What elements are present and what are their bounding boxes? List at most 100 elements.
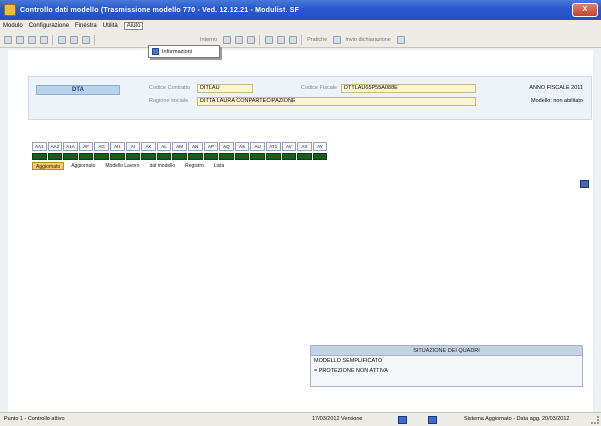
status-bar: Punto 1 - Controllo attivo 17/03/2012 Ve… <box>0 412 601 426</box>
ragione-sociale-label: Ragione sociale <box>149 98 189 104</box>
quadro-status-cell <box>125 153 141 160</box>
close-button[interactable]: X <box>572 3 598 17</box>
quadro-status-cell <box>141 153 156 160</box>
quadro-button-ak[interactable]: AK <box>141 142 156 151</box>
quadro-status-cell <box>297 153 312 160</box>
quadro-button-at1[interactable]: AT1 <box>265 142 281 151</box>
tab-aggiornato-1[interactable]: Aggiornato <box>32 162 65 170</box>
menu-configurazione[interactable]: Configurazione <box>29 23 69 29</box>
quadro-button-an[interactable]: AN <box>187 142 203 151</box>
quadri-status-row <box>32 153 328 160</box>
situazione-line: MODELLO SEMPLIFICATO <box>314 358 383 364</box>
calc-icon[interactable] <box>277 35 286 44</box>
situazione-line: = PROTEZIONE NON ATTIVA <box>314 368 388 374</box>
anno-fiscale: ANNO FISCALE 2011 <box>529 85 583 91</box>
status-icon[interactable] <box>428 416 437 424</box>
codice-fiscale-label: Codice Fiscale <box>301 85 338 91</box>
situazione-panel: SITUAZIONE DEI QUADRI MODELLO SEMPLIFICA… <box>310 345 583 387</box>
send-icon[interactable] <box>333 35 342 44</box>
toolbar-interno[interactable]: Interno <box>200 37 217 43</box>
menu-aiuto[interactable]: Aiuto <box>123 22 144 30</box>
check-icon[interactable] <box>265 35 274 44</box>
help-icon[interactable] <box>396 35 405 44</box>
tab-modello-lavoro[interactable]: Modello Lavoro <box>102 162 142 170</box>
quadro-button-al[interactable]: AL <box>156 142 172 151</box>
grid-icon[interactable] <box>235 35 244 44</box>
toolbar-separator <box>301 34 303 45</box>
codice-contratto-label: Codice Contratto <box>149 85 191 91</box>
quadro-button-as[interactable]: AS <box>234 142 250 151</box>
quadro-button-aa1[interactable]: AA1 <box>32 142 47 151</box>
ragione-sociale-field[interactable]: DITTA LAURA CONPARTECIPAZIONE <box>197 97 476 106</box>
toolbar-invio[interactable]: Invio dichiarazione <box>345 37 391 43</box>
info-icon <box>152 48 159 55</box>
tab-row: Aggiornato Aggiornato Modello Lavoro dal… <box>32 162 231 170</box>
dichiarazione-header: DTA Codice Contratto DITLAU Codice Fisca… <box>28 76 592 120</box>
new-icon[interactable] <box>4 35 12 44</box>
expand-icon[interactable] <box>580 180 589 188</box>
tab-dal-modello[interactable]: dal modello <box>147 162 179 170</box>
quadro-status-cell <box>63 153 78 160</box>
quadro-status-cell <box>312 153 328 160</box>
quadro-button-av[interactable]: AV <box>281 142 297 151</box>
modello-status: Modello: non abilitato <box>531 98 583 104</box>
menu-finestra[interactable]: Finestra <box>75 23 97 29</box>
quadro-status-cell <box>172 153 187 160</box>
quadro-status-cell <box>203 153 219 160</box>
toolbar: Interno Pratiche Invio dichiarazione <box>0 32 601 48</box>
lock-icon[interactable] <box>289 35 298 44</box>
codice-fiscale-field[interactable]: DTTLAU65P55A088E <box>341 84 476 93</box>
quadro-button-ax[interactable]: AX <box>297 142 312 151</box>
menu-modulo[interactable]: Modulo <box>3 23 23 29</box>
menu-utilita[interactable]: Utilità <box>103 23 118 29</box>
menu-informazioni[interactable]: Informazioni <box>162 49 192 55</box>
quadro-button-aa2[interactable]: AA2 <box>47 142 63 151</box>
quadro-button-ap[interactable]: AP <box>203 142 219 151</box>
status-icon[interactable] <box>398 416 407 424</box>
open-icon[interactable] <box>16 35 24 44</box>
quadro-status-cell <box>156 153 172 160</box>
quadro-button-ai[interactable]: AI <box>125 142 141 151</box>
quadri-button-row: AA1 AA2 A1A AF AG AH AI AK AL AM AN AP AQ AS AU AT1 AV AX… <box>32 142 328 151</box>
quadro-status-cell <box>281 153 297 160</box>
app-icon <box>4 4 16 16</box>
quadro-status-cell <box>234 153 250 160</box>
menu-bar: Modulo Configurazione Finestra Utilità A… <box>0 20 601 32</box>
quadro-status-cell <box>78 153 94 160</box>
print-icon[interactable] <box>40 35 48 44</box>
resize-grip-icon[interactable] <box>591 416 599 424</box>
toolbar-pratiche[interactable]: Pratiche <box>307 37 327 43</box>
quadro-button-am[interactable]: AM <box>172 142 187 151</box>
title-bar[interactable]: Controllo dati modello (Trasmissione mod… <box>0 0 601 20</box>
toolbar-separator <box>259 34 261 45</box>
save-icon[interactable] <box>28 35 36 44</box>
quadro-button-au[interactable]: AU <box>250 142 265 151</box>
quadro-status-cell <box>94 153 109 160</box>
quadro-button-ay[interactable]: AY <box>312 142 328 151</box>
quadro-status-cell <box>32 153 47 160</box>
grid-icon[interactable] <box>247 35 256 44</box>
tab-lista[interactable]: Lista <box>211 162 228 170</box>
window-title: Controllo dati modello (Trasmissione mod… <box>20 6 300 14</box>
dichiarazione-type-label: DTA <box>36 85 120 95</box>
quadro-button-ag[interactable]: AG <box>94 142 109 151</box>
quadro-status-cell <box>219 153 234 160</box>
quadro-button-aq[interactable]: AQ <box>219 142 234 151</box>
main-panel: DTA Codice Contratto DITLAU Codice Fisca… <box>8 50 593 412</box>
quadro-button-af[interactable]: AF <box>78 142 94 151</box>
quadro-status-cell <box>265 153 281 160</box>
status-mid-text: 17/03/2012 Versione <box>312 416 363 422</box>
codice-contratto-field[interactable]: DITLAU <box>197 84 253 93</box>
quadro-button-ah[interactable]: AH <box>109 142 125 151</box>
paste-icon[interactable] <box>82 35 90 44</box>
quadro-status-cell <box>109 153 125 160</box>
copy-icon[interactable] <box>70 35 78 44</box>
grid-icon[interactable] <box>223 35 232 44</box>
quadro-status-cell <box>250 153 265 160</box>
quadro-button-a1a[interactable]: A1A <box>63 142 78 151</box>
tab-registro[interactable]: Registro <box>182 162 207 170</box>
cut-icon[interactable] <box>58 35 66 44</box>
status-right-text: Sistema Aggiornato - Data agg. 20/03/201… <box>464 416 570 422</box>
tab-aggiornato-2[interactable]: Aggiornato <box>68 162 98 170</box>
quadro-status-cell <box>47 153 63 160</box>
